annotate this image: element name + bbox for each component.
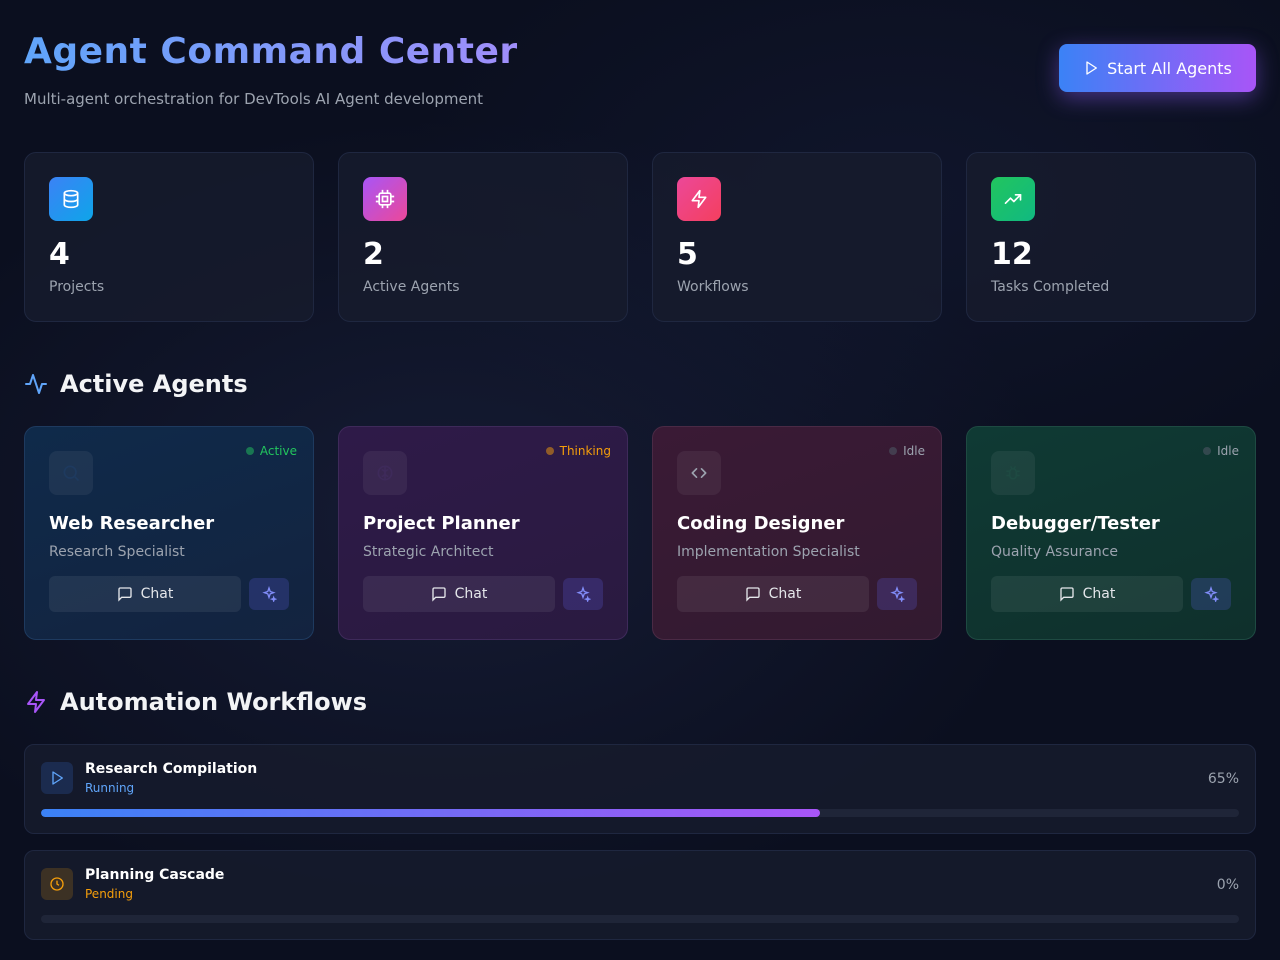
workflows-title: Automation Workflows <box>60 688 368 716</box>
start-all-agents-label: Start All Agents <box>1107 58 1232 78</box>
bug-icon <box>991 451 1035 495</box>
message-icon <box>1059 587 1074 602</box>
status-dot <box>889 447 898 455</box>
message-icon <box>745 587 760 602</box>
agent-actions: Chat <box>991 576 1231 612</box>
status-dot <box>1203 447 1212 455</box>
workflow-research-compilation[interactable]: Research Compilation Running 65% <box>24 744 1256 834</box>
play-icon <box>41 762 73 794</box>
header: Agent Command Center Multi-agent orchest… <box>24 30 1256 110</box>
stat-card-projects: 4 Projects <box>24 152 314 322</box>
agent-name: Web Researcher <box>49 513 215 534</box>
workflow-percent: 0% <box>1216 877 1239 893</box>
status-badge: Active <box>245 444 297 458</box>
progress-fill <box>41 809 820 817</box>
agent-role: Research Specialist <box>49 544 185 560</box>
activity-icon <box>25 374 47 394</box>
brain-icon <box>363 451 407 495</box>
stat-label: Tasks Completed <box>991 279 1110 295</box>
chat-label: Chat <box>454 586 488 602</box>
chat-label: Chat <box>140 586 174 602</box>
stat-label: Workflows <box>677 279 749 295</box>
sparkles-button[interactable] <box>1191 578 1231 610</box>
message-icon <box>431 587 446 602</box>
agents-row: Active Web Researcher Research Specialis… <box>24 426 1256 640</box>
workflow-percent: 65% <box>1207 771 1239 787</box>
status-text: Idle <box>1217 444 1239 458</box>
sparkles-button[interactable] <box>563 578 603 610</box>
status-dot <box>245 447 254 455</box>
chat-button[interactable]: Chat <box>363 576 555 612</box>
stat-value: 12 <box>991 237 1033 272</box>
stat-value: 2 <box>363 237 384 272</box>
agent-name: Coding Designer <box>677 513 845 534</box>
agent-name: Project Planner <box>363 513 520 534</box>
active-agents-title: Active Agents <box>60 370 248 398</box>
active-agents-heading: Active Agents <box>24 370 248 398</box>
sparkles-button[interactable] <box>249 578 289 610</box>
stat-card-tasks-completed: 12 Tasks Completed <box>966 152 1256 322</box>
lightning-icon <box>677 177 721 221</box>
cpu-icon <box>363 177 407 221</box>
search-icon <box>49 451 93 495</box>
chat-label: Chat <box>1082 586 1116 602</box>
agent-name: Debugger/Tester <box>991 513 1160 534</box>
stat-label: Projects <box>49 279 105 295</box>
sparkles-icon <box>890 586 905 602</box>
status-badge: Idle <box>889 444 925 458</box>
agent-card-debugger-tester: Idle Debugger/Tester Quality Assurance C… <box>966 426 1256 640</box>
lightning-icon <box>27 691 45 713</box>
stat-card-workflows: 5 Workflows <box>652 152 942 322</box>
agent-role: Strategic Architect <box>363 544 494 560</box>
workflow-name: Research Compilation <box>85 761 258 777</box>
chat-button[interactable]: Chat <box>677 576 869 612</box>
workflows-heading: Automation Workflows <box>24 688 367 716</box>
sparkles-icon <box>262 586 277 602</box>
agent-role: Implementation Specialist <box>677 544 860 560</box>
stat-label: Active Agents <box>363 279 460 295</box>
chat-label: Chat <box>768 586 802 602</box>
agent-card-coding-designer: Idle Coding Designer Implementation Spec… <box>652 426 942 640</box>
chat-button[interactable]: Chat <box>49 576 241 612</box>
status-text: Idle <box>903 444 925 458</box>
page-subtitle: Multi-agent orchestration for DevTools A… <box>24 90 484 108</box>
agent-role: Quality Assurance <box>991 544 1119 560</box>
sparkles-button[interactable] <box>877 578 917 610</box>
start-all-agents-button[interactable]: Start All Agents <box>1059 44 1256 92</box>
workflow-planning-cascade[interactable]: Planning Cascade Pending 0% <box>24 850 1256 940</box>
agent-card-web-researcher: Active Web Researcher Research Specialis… <box>24 426 314 640</box>
status-badge: Thinking <box>545 444 611 458</box>
sparkles-icon <box>1204 586 1219 602</box>
stat-value: 5 <box>677 237 698 272</box>
progress-track <box>41 915 1239 923</box>
clock-icon <box>41 868 73 900</box>
trending-up-icon <box>991 177 1035 221</box>
stat-value: 4 <box>49 237 70 272</box>
status-badge: Idle <box>1203 444 1239 458</box>
status-text: Thinking <box>559 444 611 458</box>
play-icon <box>1086 61 1098 75</box>
workflow-name: Planning Cascade <box>85 867 225 883</box>
sparkles-icon <box>576 586 591 602</box>
workflow-status: Running <box>85 781 135 795</box>
code-icon <box>677 451 721 495</box>
chat-button[interactable]: Chat <box>991 576 1183 612</box>
message-icon <box>117 587 132 602</box>
stats-row: 4 Projects 2 Active Agents 5 Workflows 1… <box>24 152 1256 322</box>
progress-track <box>41 809 1239 817</box>
database-icon <box>49 177 93 221</box>
agent-actions: Chat <box>677 576 917 612</box>
stat-card-active-agents: 2 Active Agents <box>338 152 628 322</box>
status-text: Active <box>259 444 297 458</box>
status-dot <box>545 447 554 455</box>
workflows-list: Research Compilation Running 65% Plannin… <box>24 744 1256 956</box>
agent-actions: Chat <box>363 576 603 612</box>
workflow-status: Pending <box>85 887 133 901</box>
agent-card-project-planner: Thinking Project Planner Strategic Archi… <box>338 426 628 640</box>
agent-actions: Chat <box>49 576 289 612</box>
